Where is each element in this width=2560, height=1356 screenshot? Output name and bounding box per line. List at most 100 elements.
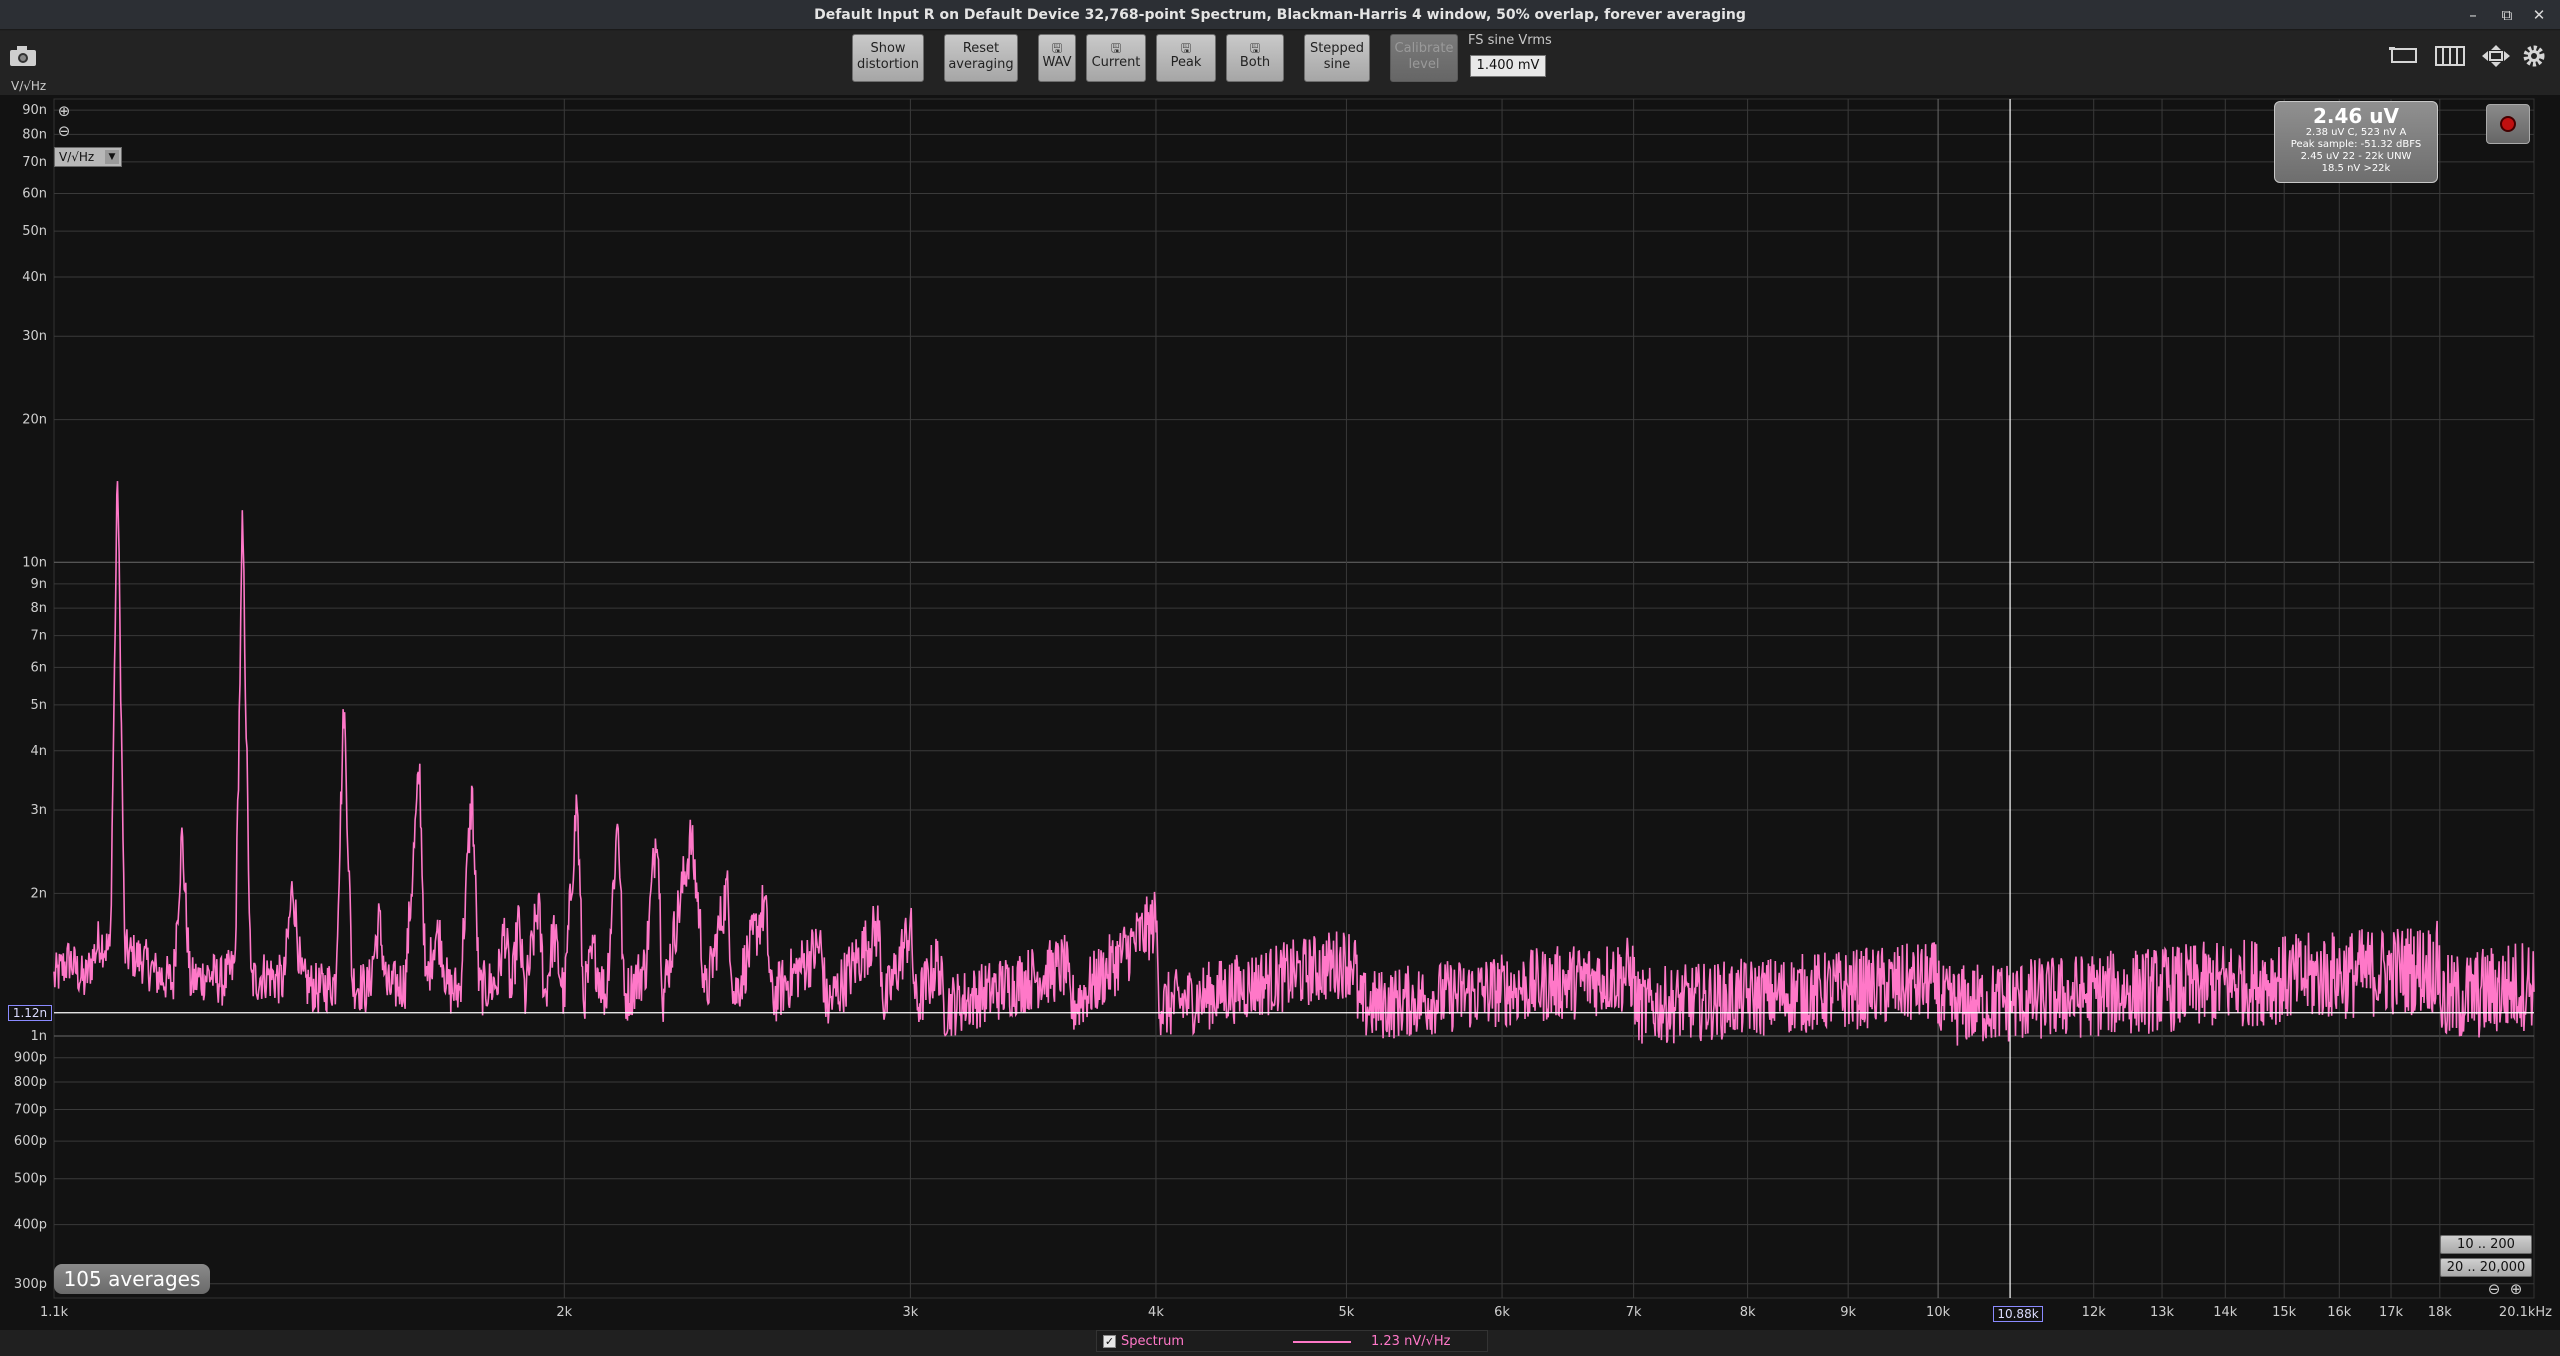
x-tick-label: 14k	[2213, 1305, 2238, 1320]
x-tick-label: 16k	[2327, 1305, 2352, 1320]
save-peak-button[interactable]: 🖫 Peak	[1156, 34, 1216, 82]
y-tick-label: 80n	[22, 127, 47, 142]
y-tick-label: 300p	[14, 1277, 47, 1292]
grid	[53, 98, 2535, 1299]
readout-main-value: 2.46 uV	[2312, 104, 2400, 128]
level-readout[interactable]: 2.46 uV 2.38 uV C, 523 nV A Peak sample:…	[2274, 101, 2438, 183]
zoom-out-x-icon[interactable]: ⊖	[2486, 1281, 2502, 1297]
y-tick-label: 10n	[22, 555, 47, 570]
x-tick-label: 1.1k	[40, 1305, 69, 1320]
single-view-icon[interactable]	[2386, 43, 2422, 69]
reset-averaging-button[interactable]: Reset averaging	[944, 34, 1018, 82]
calibrate-label-1: Calibrate	[1394, 41, 1454, 56]
x-tick-label: 6k	[1494, 1305, 1510, 1320]
averages-badge: 105 averages	[54, 1264, 210, 1294]
record-button[interactable]	[2486, 104, 2530, 144]
save-both-button[interactable]: 🖫 Both	[1226, 34, 1284, 82]
maximize-button[interactable]: ⧉	[2496, 4, 2518, 26]
y-tick-label: 7n	[30, 629, 47, 644]
y-tick-label: 5n	[30, 698, 47, 713]
y-tick-label: 9n	[30, 577, 47, 592]
stepped-sine-label-2: sine	[1323, 57, 1351, 72]
fs-sine-input[interactable]: 1.400 mV	[1470, 55, 1546, 77]
wav-label: WAV	[1042, 55, 1072, 70]
legend-series-name: Spectrum	[1121, 1334, 1184, 1349]
y-tick-label: 70n	[22, 155, 47, 170]
stepped-sine-button[interactable]: Stepped sine	[1304, 34, 1370, 82]
x-tick-label: 20.1kHz	[2499, 1305, 2552, 1320]
calibrate-level-button[interactable]: Calibrate level	[1390, 34, 1458, 82]
y-axis-ticks: 90n 80n 70n 60n 50n 40n 30n 20n 10n 9n 8n 7n 6n 5n 4n 3…	[14, 103, 47, 1292]
gear-icon[interactable]	[2520, 43, 2548, 69]
toolbar: Show distortion Reset averaging 🖫 WAV 🖫 …	[0, 31, 2560, 95]
close-button[interactable]: ✕	[2528, 4, 2550, 26]
camera-icon[interactable]	[8, 43, 38, 69]
app-window: Default Input R on Default Device 32,768…	[0, 0, 2560, 1356]
x-tick-label: 8k	[1740, 1305, 1756, 1320]
y-tick-label: 90n	[22, 103, 47, 118]
fs-sine-label: FS sine Vrms	[1468, 33, 1552, 48]
x-tick-label: 2k	[556, 1305, 572, 1320]
y-tick-label: 50n	[22, 224, 47, 239]
spectrum-chart[interactable]: 90n 80n 70n 60n 50n 40n 30n 20n 10n 9n 8n 7n 6n 5n 4n 3…	[0, 95, 2560, 1330]
y-tick-label: 60n	[22, 187, 47, 202]
y-tick-label: 500p	[14, 1172, 47, 1187]
unit-select[interactable]: V/√Hz ▼	[54, 147, 122, 167]
x-tick-label: 3k	[902, 1305, 918, 1320]
zoom-in-y-icon[interactable]: ⊕	[56, 103, 72, 119]
x-tick-label: 4k	[1148, 1305, 1164, 1320]
y-tick-label: 3n	[30, 803, 47, 818]
save-current-button[interactable]: 🖫 Current	[1086, 34, 1146, 82]
readout-line: 2.38 uV C, 523 nV A	[2305, 127, 2407, 138]
zoom-in-x-icon[interactable]: ⊕	[2508, 1281, 2524, 1297]
y-tick-label: 600p	[14, 1134, 47, 1149]
spectrum-plot[interactable]: 90n 80n 70n 60n 50n 40n 30n 20n 10n 9n 8n 7n 6n 5n 4n 3…	[0, 79, 2560, 1330]
x-cursor-label: 10.88k	[1993, 1306, 2043, 1322]
legend-swatch	[1293, 1341, 1351, 1343]
x-tick-label: 15k	[2272, 1305, 2297, 1320]
chevron-down-icon: ▼	[105, 150, 119, 164]
y-tick-label: 6n	[30, 660, 47, 675]
y-tick-label: 1n	[30, 1029, 47, 1044]
save-icon: 🖫	[1051, 41, 1063, 55]
x-tick-label: 9k	[1840, 1305, 1856, 1320]
y-tick-label: 900p	[14, 1051, 47, 1066]
legend-series-value: 1.23 nV/√Hz	[1371, 1334, 1451, 1349]
save-icon: 🖫	[1249, 41, 1261, 55]
x-tick-label: 10k	[1926, 1305, 1951, 1320]
stepped-sine-label-1: Stepped	[1309, 41, 1365, 56]
legend: ✓ Spectrum 1.23 nV/√Hz	[1096, 1330, 1488, 1352]
window-title: Default Input R on Default Device 32,768…	[814, 7, 1746, 23]
minimize-button[interactable]: –	[2462, 4, 2484, 26]
y-tick-label: 800p	[14, 1075, 47, 1090]
show-distortion-label-1: Show	[870, 41, 906, 56]
x-tick-label: 12k	[2082, 1305, 2107, 1320]
record-icon	[2500, 116, 2516, 132]
y-tick-label: 8n	[30, 601, 47, 616]
save-icon: 🖫	[1180, 41, 1192, 55]
y-cursor-label: 1.12n	[8, 1005, 52, 1021]
fullscreen-icon[interactable]	[2478, 43, 2514, 69]
y-tick-label: 400p	[14, 1218, 47, 1233]
reset-averaging-label-2: averaging	[948, 57, 1014, 72]
x-axis-ticks: 1.1k 2k 3k 4k 5k 6k 7k 8k 9k 10k 12k 13k 14k 15k 16k 17…	[40, 1305, 2552, 1320]
title-bar: Default Input R on Default Device 32,768…	[0, 0, 2560, 30]
unit-select-value: V/√Hz	[59, 150, 95, 164]
columns-view-icon[interactable]	[2432, 43, 2468, 69]
x-tick-label: 5k	[1339, 1305, 1355, 1320]
zoom-out-y-icon[interactable]: ⊖	[56, 123, 72, 139]
y-tick-label: 4n	[30, 744, 47, 759]
y-tick-label: 20n	[22, 413, 47, 428]
calibrate-label-2: level	[1408, 57, 1440, 72]
save-wav-button[interactable]: 🖫 WAV	[1038, 34, 1076, 82]
peak-label: Peak	[1170, 55, 1202, 70]
legend-checkbox[interactable]: ✓	[1103, 1335, 1116, 1348]
y-tick-label: 2n	[30, 886, 47, 901]
range-low-button[interactable]: 10 .. 200	[2440, 1235, 2532, 1254]
reset-averaging-label-1: Reset	[962, 41, 1000, 56]
current-label: Current	[1091, 55, 1141, 70]
range-full-button[interactable]: 20 .. 20,000	[2440, 1258, 2532, 1277]
readout-line: 18.5 nV >22k	[2321, 163, 2391, 174]
save-icon: 🖫	[1110, 41, 1122, 55]
show-distortion-button[interactable]: Show distortion	[852, 34, 924, 82]
